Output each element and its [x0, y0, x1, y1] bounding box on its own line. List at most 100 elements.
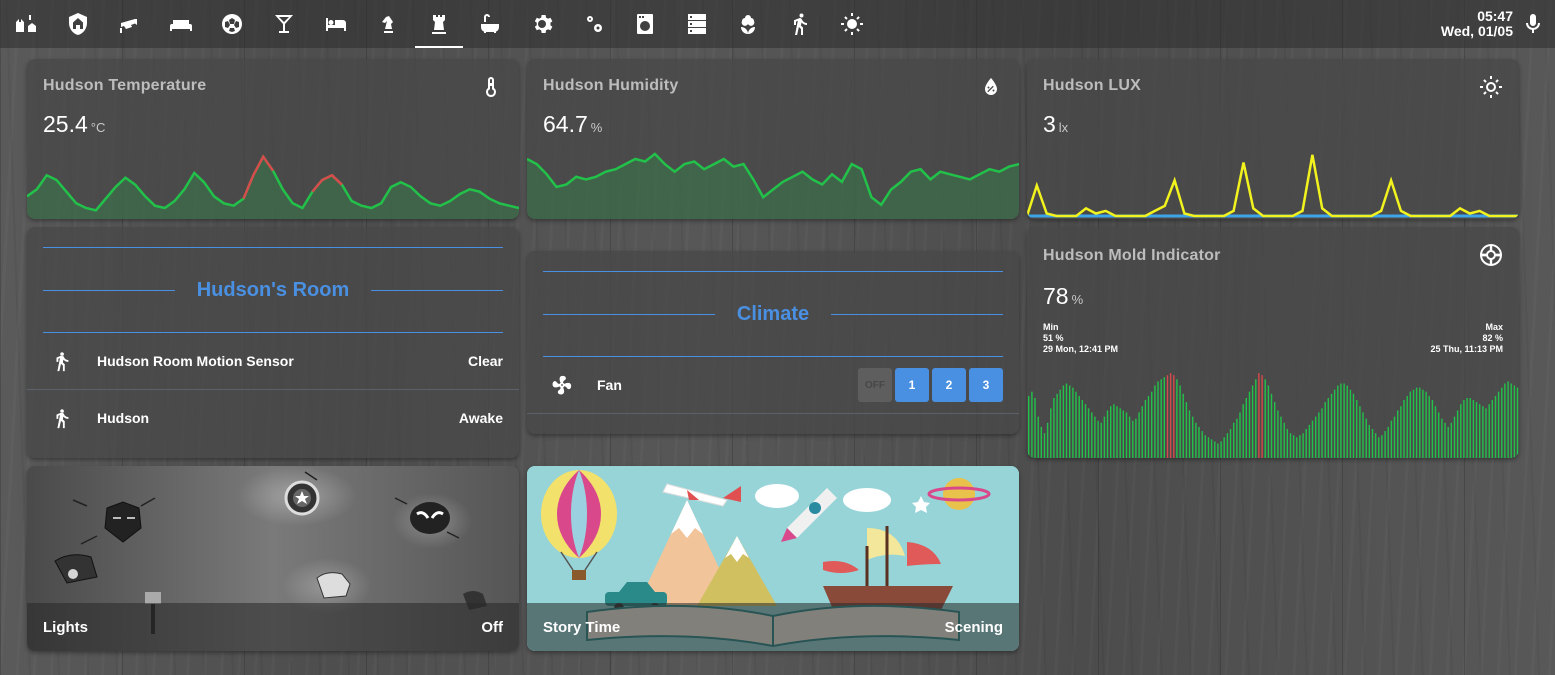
bed-icon — [325, 18, 346, 31]
sensor-name: Hudson Humidity — [543, 77, 679, 94]
history-bar — [1154, 385, 1156, 458]
history-bar — [1456, 410, 1459, 458]
history-bar — [1513, 385, 1516, 458]
history-bar — [1069, 385, 1071, 458]
history-bar — [1043, 433, 1046, 458]
shield-home-icon — [68, 13, 87, 35]
history-bar — [1501, 387, 1503, 458]
tab-bathtub[interactable] — [466, 0, 514, 48]
entity-state: Awake — [458, 409, 503, 426]
history-bar — [1258, 373, 1260, 458]
history-bar — [1198, 426, 1200, 458]
microphone-icon[interactable] — [1521, 12, 1545, 36]
entity-row-hudson[interactable]: Hudson Awake — [27, 389, 519, 445]
history-bar — [1053, 398, 1055, 458]
history-bar — [1188, 410, 1191, 458]
tab-chess-knight[interactable] — [363, 0, 411, 48]
history-bar — [1343, 383, 1345, 458]
tab-settings[interactable] — [518, 0, 566, 48]
history-bar — [1463, 400, 1465, 458]
history-bar — [1059, 389, 1061, 458]
history-bar — [1166, 375, 1169, 458]
history-bar — [1062, 385, 1065, 458]
tab-castle-home[interactable] — [2, 0, 50, 48]
picture-state: Scening — [944, 618, 1003, 636]
tab-washing-machine[interactable] — [621, 0, 669, 48]
history-bar — [1400, 406, 1402, 458]
lux-history-graph — [1027, 154, 1519, 218]
temperature-sensor-card[interactable]: Hudson Temperature 25.4 °C — [27, 59, 519, 219]
history-bar — [1415, 387, 1418, 458]
history-bar — [1374, 433, 1377, 458]
history-bar — [1286, 429, 1288, 458]
history-bar — [1192, 416, 1194, 458]
history-bar — [1516, 387, 1519, 458]
death-star-icon — [1479, 243, 1503, 267]
tab-glass-cocktail[interactable] — [260, 0, 308, 48]
history-bar — [1333, 389, 1336, 458]
history-bar — [1125, 412, 1128, 458]
history-bar — [1308, 424, 1311, 458]
history-bar — [1106, 410, 1109, 458]
fan-off-button[interactable]: OFF — [858, 368, 892, 402]
divider — [543, 271, 1003, 272]
story-time-picture-card[interactable]: Story Time Scening — [527, 466, 1019, 651]
history-bar — [1176, 379, 1178, 458]
entity-name: Hudson — [97, 409, 150, 426]
history-bar — [1195, 422, 1197, 458]
picture-footer: Lights Off — [27, 603, 519, 651]
fan-speed-1-button[interactable]: 1 — [895, 368, 929, 402]
fan-speed-2-button[interactable]: 2 — [932, 368, 966, 402]
history-bar — [1040, 426, 1042, 458]
sensor-value: 64.7% — [543, 111, 603, 137]
history-bar — [1065, 383, 1068, 458]
history-bar — [1157, 381, 1159, 458]
history-bar — [1460, 404, 1462, 458]
tab-cctv[interactable] — [105, 0, 153, 48]
humidity-sensor-card[interactable]: Hudson Humidity 64.7% — [527, 59, 1019, 219]
tab-settings-multiple[interactable] — [570, 0, 618, 48]
history-bar — [1296, 437, 1298, 458]
climate-card: Climate Fan OFF 1 2 3 — [527, 251, 1019, 434]
tab-server[interactable] — [673, 0, 721, 48]
history-bar — [1267, 385, 1270, 458]
history-bar — [1122, 410, 1124, 458]
tab-sun[interactable] — [828, 0, 876, 48]
lux-sensor-card[interactable]: Hudson LUX 3 lx — [1027, 59, 1519, 219]
history-bar — [1368, 424, 1370, 458]
history-bar — [1113, 404, 1115, 458]
mold-indicator-card[interactable]: Hudson Mold Indicator 78% Min 51 % 29 Mo… — [1027, 227, 1519, 458]
tab-shield-home[interactable] — [54, 0, 102, 48]
tab-soccer-ball[interactable] — [208, 0, 256, 48]
history-bar — [1078, 395, 1080, 458]
history-bar — [1302, 433, 1304, 458]
entity-name: Hudson Room Motion Sensor — [97, 353, 294, 369]
history-bar — [1406, 395, 1408, 458]
history-bar — [1056, 393, 1058, 458]
run-icon — [794, 13, 807, 35]
history-bar — [1485, 408, 1487, 458]
history-bar — [1466, 398, 1468, 458]
fan-speed-3-button[interactable]: 3 — [969, 368, 1003, 402]
history-bar — [1223, 437, 1225, 458]
section-header: Climate — [543, 301, 1003, 327]
picture-name: Lights — [43, 618, 88, 636]
lights-picture-card[interactable]: Lights Off — [27, 466, 519, 651]
min-time: 29 Mon, 12:41 PM — [1043, 344, 1119, 354]
tab-sofa[interactable] — [157, 0, 205, 48]
history-bar — [1236, 418, 1238, 458]
water-percent-icon — [979, 75, 1003, 99]
picture-state: Off — [481, 618, 503, 636]
history-bar — [1299, 435, 1301, 458]
tab-bed[interactable] — [312, 0, 360, 48]
mold-history-bars — [1028, 373, 1519, 458]
entity-row-motion-sensor[interactable]: Hudson Room Motion Sensor Clear — [27, 333, 519, 389]
tab-flower[interactable] — [724, 0, 772, 48]
tab-chess-rook[interactable] — [414, 0, 463, 48]
history-bar — [1491, 400, 1493, 458]
history-bar — [1028, 395, 1030, 458]
history-bar — [1438, 412, 1440, 458]
history-bar — [1147, 395, 1150, 458]
tab-run[interactable] — [776, 0, 824, 48]
picture-name: Story Time — [543, 618, 621, 636]
